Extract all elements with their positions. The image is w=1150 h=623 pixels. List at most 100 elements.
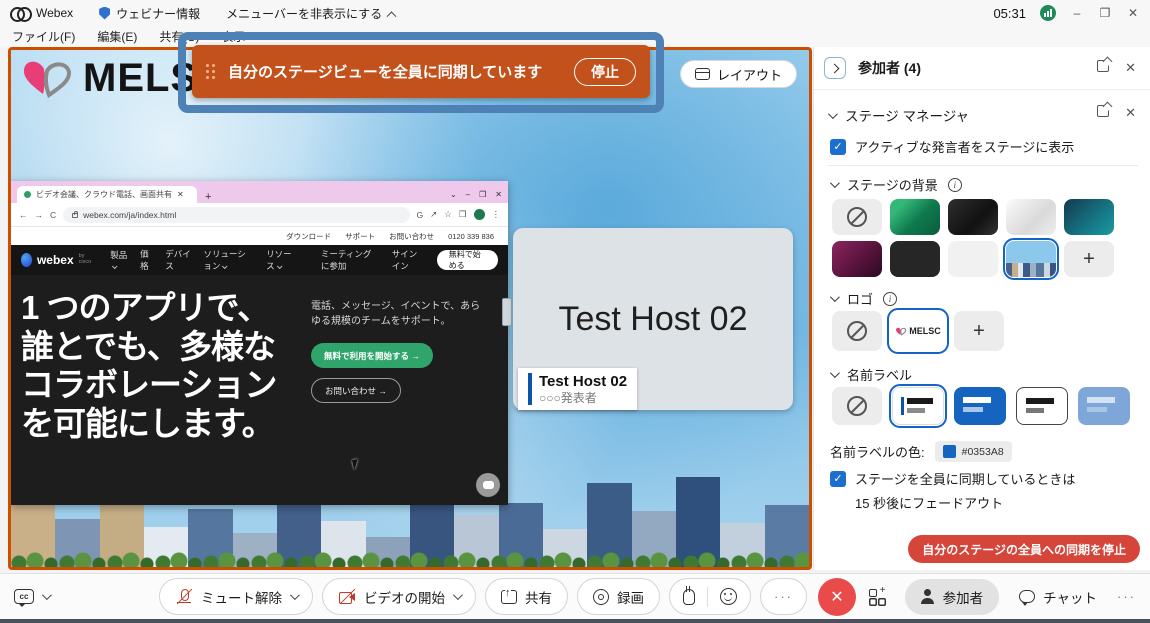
nav-devices[interactable]: デバイス <box>165 248 191 272</box>
link-contact[interactable]: お問い合わせ <box>389 231 434 242</box>
nav-signin[interactable]: サインイン <box>392 248 425 272</box>
site-chat-bubble-icon[interactable] <box>476 473 500 497</box>
link-download[interactable]: ダウンロード <box>286 231 331 242</box>
tab-group-icon[interactable]: ❒ <box>459 209 467 220</box>
chevron-down-icon <box>290 590 300 600</box>
logo-none-option[interactable] <box>832 311 882 351</box>
logo-melsc-option-selected[interactable]: MELSC <box>890 311 946 351</box>
browser-close-icon[interactable]: ✕ <box>495 190 502 199</box>
minimize-button[interactable]: – <box>1070 6 1084 20</box>
close-button[interactable]: ✕ <box>1126 6 1140 20</box>
stage-manager-close-icon[interactable]: ✕ <box>1125 105 1136 121</box>
participants-button[interactable]: 参加者 <box>905 579 1000 615</box>
start-video-button[interactable]: ビデオの開始 <box>322 578 476 615</box>
new-tab-button[interactable]: + <box>205 191 211 203</box>
end-meeting-button[interactable]: ✕ <box>818 578 856 616</box>
background-info-icon[interactable]: i <box>948 178 962 192</box>
stage-manager-popout-icon[interactable] <box>1097 105 1109 117</box>
nav-resources[interactable]: リソース <box>266 248 297 272</box>
menu-edit[interactable]: 編集(E) <box>97 28 137 45</box>
unmute-button[interactable]: ミュート解除 <box>159 578 313 615</box>
layout-button[interactable]: レイアウト <box>680 60 797 88</box>
hero-start-free-button[interactable]: 無料で利用を開始する → <box>311 343 433 368</box>
stage-manager-title: ステージ マネージャ <box>845 105 969 125</box>
name-label-collapse-icon[interactable] <box>830 368 840 378</box>
chat-button[interactable]: チャット <box>1019 587 1097 607</box>
browser-minimize-icon[interactable]: – <box>466 190 470 199</box>
panel-collapse-button[interactable] <box>824 57 846 79</box>
background-teal-option[interactable] <box>1064 199 1114 235</box>
share-page-icon[interactable]: ↗ <box>430 209 437 220</box>
browser-dropdown-icon[interactable]: ⌄ <box>450 190 457 199</box>
nav-join-meeting[interactable]: ミーティングに参加 <box>321 248 380 272</box>
background-magenta-option[interactable] <box>832 241 882 277</box>
logo-add-button[interactable]: + <box>954 311 1004 351</box>
raise-hand-icon[interactable] <box>683 589 695 605</box>
hide-menubar-button[interactable]: メニューバーを非表示にする <box>226 5 395 22</box>
share-button[interactable]: 共有 <box>485 578 568 615</box>
background-add-button[interactable]: + <box>1064 241 1114 277</box>
more-panels-button[interactable]: ··· <box>1117 589 1136 604</box>
nav-pricing[interactable]: 価格 <box>140 248 153 272</box>
webex-ball-icon <box>21 253 32 267</box>
emoji-reaction-icon[interactable] <box>720 588 737 605</box>
address-bar[interactable]: webex.com/ja/index.html <box>63 207 409 223</box>
layout-button-label: レイアウト <box>717 65 782 84</box>
layout-grid-icon <box>695 68 710 80</box>
record-button[interactable]: 録画 <box>577 578 660 615</box>
tab-close-icon[interactable]: ✕ <box>177 190 184 199</box>
name-label-style1-selected[interactable] <box>892 387 944 425</box>
site-logo[interactable]: webex by cisco <box>21 253 94 268</box>
background-collapse-icon[interactable] <box>830 178 840 188</box>
name-label-style3[interactable] <box>1016 387 1068 425</box>
participants-popout-icon[interactable] <box>1097 60 1109 72</box>
none-icon <box>847 396 867 416</box>
background-white-option[interactable] <box>1006 199 1056 235</box>
phone-number: 0120 339 836 <box>448 232 494 241</box>
stop-sync-all-button[interactable]: 自分のステージの全員への同期を停止 <box>908 535 1140 563</box>
link-support[interactable]: サポート <box>345 231 375 242</box>
name-label-color-chip[interactable]: #0353A8 <box>935 441 1012 462</box>
name-label-none-option[interactable] <box>832 387 882 425</box>
active-speaker-checkbox[interactable]: ✓ <box>830 139 846 155</box>
browser-tab[interactable]: ビデオ会議、クラウド電話、画面共有 ✕ <box>17 186 197 203</box>
bookmark-star-icon[interactable]: ☆ <box>444 209 452 220</box>
apps-icon[interactable] <box>869 589 885 605</box>
captions-control[interactable]: cc <box>14 589 49 604</box>
more-options-button[interactable]: ··· <box>760 578 807 615</box>
background-none-option[interactable] <box>832 199 882 235</box>
logo-info-icon[interactable]: i <box>883 292 897 306</box>
profile-avatar[interactable] <box>474 209 485 220</box>
webinar-info-button[interactable]: ウェビナー情報 <box>99 5 200 22</box>
background-dark-option[interactable] <box>890 241 940 277</box>
translate-icon[interactable]: G <box>417 210 424 220</box>
fadeout-label-line2: 15 秒後にフェードアウト <box>855 493 1075 512</box>
drag-handle-icon[interactable] <box>206 64 216 80</box>
sync-stop-button[interactable]: 停止 <box>574 58 636 86</box>
stage-manager-collapse-icon[interactable] <box>828 109 838 119</box>
name-label-style2[interactable] <box>954 387 1006 425</box>
nav-start-free-button[interactable]: 無料で始める <box>437 250 498 270</box>
hero-contact-button[interactable]: お問い合わせ → <box>311 378 401 403</box>
forward-icon[interactable]: → <box>35 210 44 220</box>
background-black-option[interactable] <box>948 199 998 235</box>
name-label-style4[interactable] <box>1078 387 1130 425</box>
background-green-option[interactable] <box>890 199 940 235</box>
maximize-button[interactable]: ❐ <box>1098 6 1112 20</box>
logo-collapse-icon[interactable] <box>830 292 840 302</box>
connection-quality-icon[interactable] <box>1040 5 1056 21</box>
background-light-option[interactable] <box>948 241 998 277</box>
participants-close-icon[interactable]: ✕ <box>1125 60 1136 76</box>
hero-headline: 1 つのアプリで、 誰とでも、多様な コラボレーション を可能にします。 <box>21 289 276 443</box>
nav-products[interactable]: 製品 <box>110 249 128 271</box>
background-city-option-selected[interactable] <box>1006 241 1056 277</box>
reload-icon[interactable]: C <box>50 210 56 220</box>
stage-divider-handle[interactable] <box>502 298 512 326</box>
chat-bubble-icon <box>1019 590 1035 603</box>
nav-solutions[interactable]: ソリューション <box>203 248 254 272</box>
back-icon[interactable]: ← <box>19 210 28 220</box>
menu-file[interactable]: ファイル(F) <box>12 28 75 45</box>
fadeout-checkbox[interactable]: ✓ <box>830 471 846 487</box>
browser-menu-icon[interactable]: ⋮ <box>492 209 501 220</box>
browser-maximize-icon[interactable]: ❐ <box>479 190 486 199</box>
